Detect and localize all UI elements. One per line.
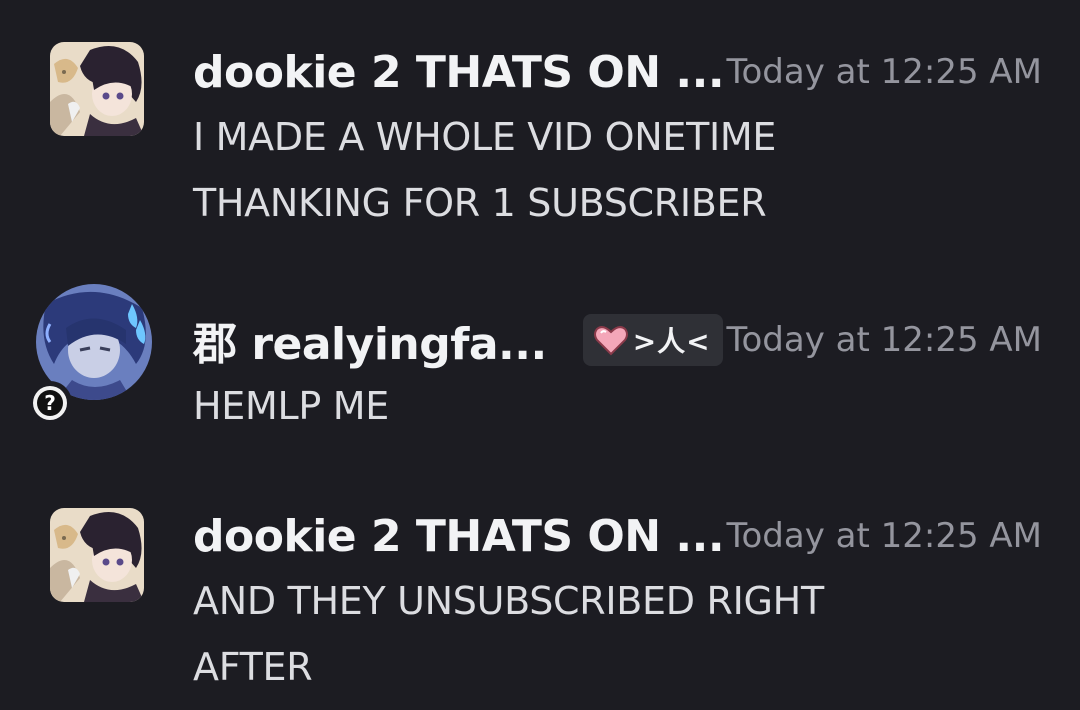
status-badge: ?: [28, 381, 72, 425]
message-line: AND THEY UNSUBSCRIBED RIGHT: [193, 579, 824, 623]
role-tag[interactable]: >人<: [582, 314, 723, 366]
message-header: dookie 2 THATS ON ... Today at 12:25 AM: [193, 42, 1050, 102]
message-line: THANKING FOR 1 SUBSCRIBER: [193, 181, 767, 225]
message-timestamp: Today at 12:25 AM: [726, 320, 1043, 360]
username[interactable]: dookie 2 THATS ON ...: [193, 511, 725, 562]
message-content: HEMLP ME: [193, 373, 1020, 439]
message-timestamp: Today at 12:25 AM: [726, 516, 1043, 556]
question-mark-icon: ?: [37, 390, 63, 416]
message-timestamp: Today at 12:25 AM: [726, 52, 1043, 92]
anime-character-avatar-icon: [50, 508, 144, 602]
user-avatar[interactable]: [50, 42, 144, 136]
message-line: HEMLP ME: [193, 384, 389, 428]
message-header: dookie 2 THATS ON ... Today at 12:25 AM: [193, 506, 1050, 566]
role-tag-label: >人<: [632, 325, 711, 358]
chat-message-list: dookie 2 THATS ON ... Today at 12:25 AM …: [0, 0, 1080, 710]
user-avatar[interactable]: [50, 508, 144, 602]
anime-character-avatar-icon: [50, 42, 144, 136]
username[interactable]: 郡 realyingfa...: [193, 308, 547, 372]
message-line: AFTER: [193, 645, 313, 689]
message-content: I MADE A WHOLE VID ONETIME THANKING FOR …: [193, 104, 1020, 236]
message-content: AND THEY UNSUBSCRIBED RIGHT AFTER: [193, 568, 1020, 700]
message-line: I MADE A WHOLE VID ONETIME: [193, 115, 777, 159]
username[interactable]: dookie 2 THATS ON ...: [193, 47, 725, 98]
message-header: 郡 realyingfa... >人< Today at 12:25 AM: [193, 310, 1050, 370]
pink-heart-icon: [593, 326, 628, 356]
